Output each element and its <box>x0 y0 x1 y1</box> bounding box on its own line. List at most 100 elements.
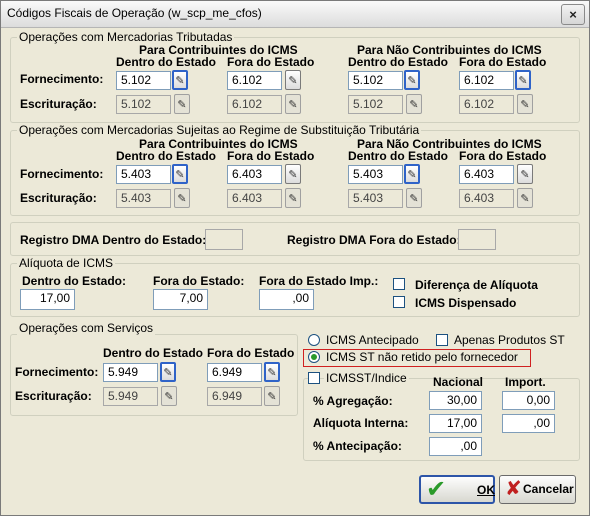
subst-forn-contrib-fora-lookup[interactable]: ✎ <box>285 164 301 184</box>
icms-antecipado-radio[interactable] <box>308 334 320 346</box>
nacional-header: Nacional <box>433 375 484 389</box>
subst-forn-contrib-dentro-input[interactable]: 5.403 <box>116 165 171 184</box>
aliq-dentro-input[interactable]: 17,00 <box>20 289 75 310</box>
antecipacao-nacional-input[interactable]: ,00 <box>429 437 482 456</box>
subst-col-fora-2: Fora do Estado <box>459 149 547 163</box>
apenas-produtos-st-checkbox[interactable] <box>436 334 448 346</box>
diferenca-aliquota-checkbox[interactable] <box>393 278 405 290</box>
serv-forn-dentro-input[interactable]: 5.949 <box>103 363 158 382</box>
lookup-icon: ✎ <box>520 191 530 205</box>
ok-button[interactable]: ✔ OK <box>419 475 495 504</box>
lookup-icon: ✎ <box>518 73 528 87</box>
icms-antecipado-label: ICMS Antecipado <box>326 333 419 347</box>
icms-dispensado-checkbox[interactable] <box>393 296 405 308</box>
subst-fornecimento-label: Fornecimento: <box>20 167 104 181</box>
aliq-fora-label: Fora do Estado: <box>153 274 245 288</box>
window-title: Códigos Fiscais de Operação (w_scp_me_cf… <box>7 6 262 20</box>
trib-escr-contrib-fora-input: 6.102 <box>227 95 282 114</box>
close-icon: × <box>569 7 577 22</box>
subst-col-dentro-2: Dentro do Estado <box>348 149 449 163</box>
trib-forn-contrib-dentro-input[interactable]: 5.102 <box>116 71 171 90</box>
serv-fornecimento-label: Fornecimento: <box>15 365 99 379</box>
subst-escr-contrib-fora-lookup: ✎ <box>285 188 301 208</box>
cfop-window: Códigos Fiscais de Operação (w_scp_me_cf… <box>0 0 590 516</box>
subst-escr-noncontrib-fora-lookup: ✎ <box>517 188 533 208</box>
subst-escr-noncontrib-dentro-lookup: ✎ <box>406 188 422 208</box>
icmsst-indice-label: ICMSST/Indice <box>324 371 409 385</box>
aliq-interna-label: Alíquota Interna: <box>313 416 409 430</box>
subst-forn-noncontrib-fora-input[interactable]: 6.403 <box>459 165 514 184</box>
icms-dispensado-label: ICMS Dispensado <box>415 296 517 310</box>
serv-forn-fora-lookup[interactable]: ✎ <box>264 362 280 382</box>
trib-forn-noncontrib-fora-input[interactable]: 6.102 <box>459 71 514 90</box>
close-button[interactable]: × <box>561 4 585 25</box>
trib-escrituracao-label: Escrituração: <box>20 97 97 111</box>
subst-forn-noncontrib-fora-lookup[interactable]: ✎ <box>517 164 533 184</box>
dma-dentro-input[interactable] <box>205 229 243 250</box>
aliq-fora-imp-input[interactable]: ,00 <box>259 289 314 310</box>
trib-escr-noncontrib-fora-input: 6.102 <box>459 95 514 114</box>
subst-forn-noncontrib-dentro-input[interactable]: 5.403 <box>348 165 403 184</box>
trib-escr-contrib-dentro-lookup: ✎ <box>174 94 190 114</box>
aliq-dentro-label: Dentro do Estado: <box>22 274 126 288</box>
lookup-icon: ✎ <box>409 191 419 205</box>
subst-col-dentro-1: Dentro do Estado <box>116 149 217 163</box>
trib-forn-contrib-dentro-lookup[interactable]: ✎ <box>172 70 188 90</box>
icms-st-nao-retido-label: ICMS ST não retido pelo fornecedor <box>326 350 518 364</box>
cancel-button-label: Cancelar <box>523 482 574 496</box>
subst-forn-contrib-dentro-lookup[interactable]: ✎ <box>172 164 188 184</box>
trib-forn-noncontrib-dentro-lookup[interactable]: ✎ <box>404 70 420 90</box>
aliq-fora-imp-label: Fora do Estado Imp.: <box>259 274 379 288</box>
serv-escrituracao-label: Escrituração: <box>15 389 92 403</box>
agregacao-label: % Agregação: <box>313 394 393 408</box>
serv-escr-fora-input: 6.949 <box>207 387 262 406</box>
trib-escr-contrib-dentro-input: 5.102 <box>116 95 171 114</box>
subst-forn-contrib-fora-input[interactable]: 6.403 <box>227 165 282 184</box>
lookup-icon: ✎ <box>288 97 298 111</box>
diferenca-aliquota-label: Diferença de Alíquota <box>415 278 538 292</box>
subst-escr-noncontrib-fora-input: 6.403 <box>459 189 514 208</box>
lookup-icon: ✎ <box>407 73 417 87</box>
lookup-icon: ✎ <box>409 97 419 111</box>
subst-escr-contrib-dentro-input: 5.403 <box>116 189 171 208</box>
lookup-icon: ✎ <box>288 191 298 205</box>
agregacao-import-input[interactable]: 0,00 <box>502 391 555 410</box>
aliq-interna-import-input[interactable]: ,00 <box>502 414 555 433</box>
trib-forn-contrib-fora-input[interactable]: 6.102 <box>227 71 282 90</box>
icms-st-nao-retido-radio[interactable] <box>308 351 320 363</box>
trib-col-fora-2: Fora do Estado <box>459 55 547 69</box>
trib-escr-contrib-fora-lookup: ✎ <box>285 94 301 114</box>
trib-forn-noncontrib-fora-lookup[interactable]: ✎ <box>515 70 531 90</box>
subst-forn-noncontrib-dentro-lookup[interactable]: ✎ <box>404 164 420 184</box>
dma-dentro-label: Registro DMA Dentro do Estado: <box>20 233 207 247</box>
aliq-interna-nacional-input[interactable]: 17,00 <box>429 414 482 433</box>
lookup-icon: ✎ <box>175 167 185 181</box>
serv-escr-dentro-lookup: ✎ <box>161 386 177 406</box>
lookup-icon: ✎ <box>267 389 277 403</box>
lookup-icon: ✎ <box>163 365 173 379</box>
lookup-icon: ✎ <box>177 97 187 111</box>
subst-col-fora-1: Fora do Estado <box>227 149 315 163</box>
subst-escr-contrib-dentro-lookup: ✎ <box>174 188 190 208</box>
icmsst-indice-checkbox[interactable] <box>308 372 320 384</box>
trib-escr-noncontrib-dentro-input: 5.102 <box>348 95 403 114</box>
lookup-icon: ✎ <box>407 167 417 181</box>
agregacao-nacional-input[interactable]: 30,00 <box>429 391 482 410</box>
group-aliquota-title: Alíquota de ICMS <box>17 256 116 270</box>
dma-fora-input[interactable] <box>458 229 496 250</box>
serv-forn-fora-input[interactable]: 6.949 <box>207 363 262 382</box>
group-servicos-title: Operações com Serviços <box>17 321 156 335</box>
subst-escr-contrib-fora-input: 6.403 <box>227 189 282 208</box>
checkmark-icon: ✔ <box>426 475 447 503</box>
trib-col-dentro-1: Dentro do Estado <box>116 55 217 69</box>
aliq-fora-input[interactable]: 7,00 <box>153 289 208 310</box>
trib-forn-noncontrib-dentro-input[interactable]: 5.102 <box>348 71 403 90</box>
subst-escrituracao-label: Escrituração: <box>20 191 97 205</box>
trib-col-fora-1: Fora do Estado <box>227 55 315 69</box>
lookup-icon: ✎ <box>267 365 277 379</box>
cancel-button[interactable]: ✘ Cancelar <box>499 475 576 504</box>
lookup-icon: ✎ <box>520 167 530 181</box>
trib-forn-contrib-fora-lookup[interactable]: ✎ <box>285 70 301 90</box>
group-substituicao-title: Operações com Mercadorias Sujeitas ao Re… <box>17 123 422 137</box>
serv-forn-dentro-lookup[interactable]: ✎ <box>160 362 176 382</box>
